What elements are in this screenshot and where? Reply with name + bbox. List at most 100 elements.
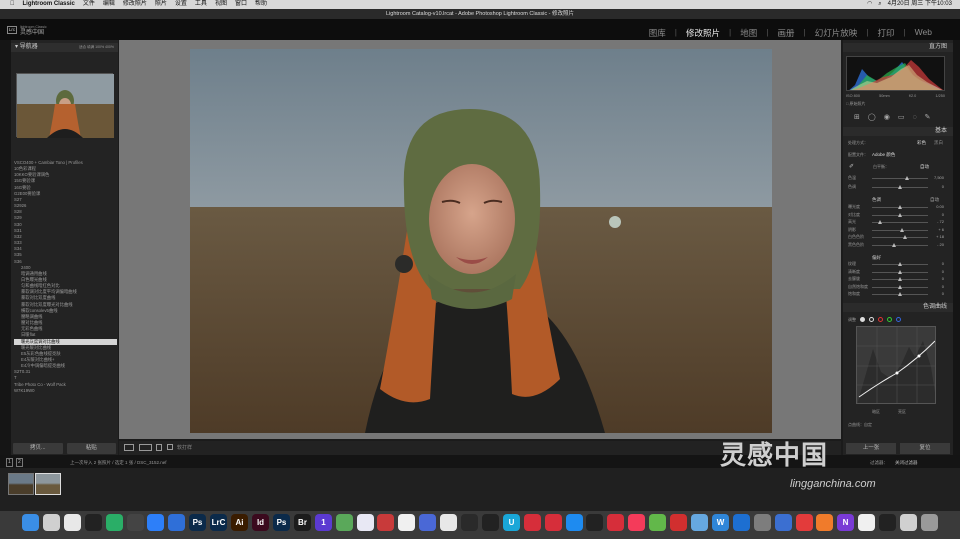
basic-header[interactable]: 基本 [843,127,953,136]
histogram[interactable] [846,56,945,91]
module-print[interactable]: 打印 [877,27,894,39]
dock-photoshop-1-icon[interactable]: Ps [189,514,206,531]
dock-app-arrow-icon[interactable] [482,514,499,531]
dock-app-blue-2-icon[interactable] [733,514,750,531]
slider-knob[interactable] [898,269,902,274]
navigator-preview[interactable] [16,73,114,138]
dock-app-share-icon[interactable] [357,514,374,531]
slider-wb-1[interactable]: 色调 0 [848,184,944,190]
menu-photo[interactable]: 照片 [155,0,167,9]
loupe-view-icon[interactable] [124,444,134,451]
module-book[interactable]: 画册 [777,27,794,39]
module-develop[interactable]: 修改照片 [686,27,720,39]
softproof-checkbox[interactable] [167,444,173,450]
dock-wechat-icon[interactable] [106,514,123,531]
dock-app-dots-icon[interactable] [127,514,144,531]
module-library[interactable]: 图库 [649,27,666,39]
previous-button[interactable]: 上一张 [846,443,896,454]
clock[interactable]: 4月20日 周三 下午10:03 [888,0,952,9]
slider-value[interactable]: + 6 [938,227,944,233]
radial-filter-icon[interactable]: ◌ [912,114,916,121]
preset-item[interactable]: W7K19W0 [14,388,117,394]
dock-app-store-icon[interactable] [566,514,583,531]
dock-app-vector-icon[interactable] [419,514,436,531]
slider-knob[interactable] [898,205,902,209]
dock-bridge-icon[interactable]: Br [294,514,311,531]
dock-app-n-icon[interactable]: N [837,514,854,531]
slider-value[interactable]: + 18 [936,234,944,240]
slider-track[interactable] [872,237,928,238]
dock-photos-icon[interactable] [398,514,415,531]
dock-app-stripes-icon[interactable] [816,514,833,531]
photo-image[interactable] [190,49,772,433]
dock-netease-music-icon[interactable] [607,514,624,531]
slider-tone-2[interactable]: 高光 - 72 [848,219,944,225]
slider-value[interactable]: 0.00 [936,204,944,210]
dock-app-game-icon[interactable] [377,514,394,531]
menu-view[interactable]: 视图 [215,0,227,9]
right-panel-edge[interactable] [953,40,960,455]
histogram-header[interactable]: 直方图 [843,43,953,52]
dock-chrome-icon[interactable] [64,514,81,531]
slider-knob[interactable] [898,292,902,296]
treatment-color[interactable]: 彩色 [917,139,926,146]
dock-lightroom-classic-icon[interactable]: LrC [210,514,227,531]
filmstrip-info[interactable]: 上一次导入 2 张照片 / 选定 1 张 / DSC_3152.nef [70,459,167,466]
module-slideshow[interactable]: 幻灯片放映 [815,27,858,39]
dock-app-green-icon[interactable] [649,514,666,531]
slider-knob[interactable] [898,284,902,289]
wifi-icon[interactable]: ◠ [867,0,872,9]
wb-value[interactable]: 自动 [920,163,929,170]
copy-button[interactable]: 拷贝... [13,443,63,454]
dock-app-one-icon[interactable]: 1 [315,514,332,531]
slider-value[interactable]: 0 [942,184,944,190]
curve-blue-icon[interactable] [896,316,901,322]
dock-music-icon[interactable] [628,514,645,531]
menu-file[interactable]: 文件 [83,0,95,9]
menu-help[interactable]: 帮助 [255,0,267,9]
menu-develop[interactable]: 修改照片 [123,0,147,9]
dock-final-cut-icon[interactable] [461,514,478,531]
slider-track[interactable] [872,244,928,246]
dock-system-prefs-icon[interactable] [754,514,771,531]
slider-value[interactable]: 0 [942,276,944,282]
slider-value[interactable]: 7,500 [934,175,944,181]
dock-app-red-1-icon[interactable] [524,514,541,531]
slider-knob[interactable] [877,220,882,224]
menu-window[interactable]: 窗口 [235,0,247,9]
paste-button[interactable]: 粘贴 [66,443,116,454]
slider-tone-0[interactable]: 曝光度 0.00 [848,204,944,210]
graduated-filter-icon[interactable]: ▭ [898,113,905,121]
slider-presence-3[interactable]: 自然饱和度 0 [848,284,944,290]
slider-tone-5[interactable]: 黑色色阶 - 20 [848,242,944,248]
slider-knob[interactable] [904,176,909,180]
spot-removal-icon[interactable]: ◯ [868,113,876,121]
left-panel-edge[interactable] [0,40,11,455]
slider-presence-2[interactable]: 去朦胧 0 [848,276,944,282]
slider-value[interactable]: 0 [942,261,944,267]
slider-knob[interactable] [892,242,897,247]
slider-value[interactable]: 0 [942,284,944,290]
navigator-header[interactable]: ▾ 导航器 适合 填满 100% 400% [11,43,118,52]
slider-tone-3[interactable]: 阴影 + 6 [848,227,944,233]
menu-settings[interactable]: 设置 [175,0,187,9]
tone-auto-button[interactable]: 自动 [930,196,939,203]
before-after-swap-icon[interactable] [156,444,162,451]
curve-red-icon[interactable] [878,316,883,322]
slider-knob[interactable] [898,262,902,266]
menu-tools[interactable]: 工具 [195,0,207,9]
redeye-icon[interactable]: ◉ [884,113,890,121]
dock-app-preview-icon[interactable] [900,514,917,531]
dock-app-globe-icon[interactable] [775,514,792,531]
filter-value[interactable]: 关闭过滤器 [895,459,918,466]
dock-app-pen-icon[interactable] [879,514,896,531]
wb-eyedropper-icon[interactable]: ✐ [849,163,854,170]
dock-finder-icon[interactable] [22,514,39,531]
slider-value[interactable]: 0 [942,212,944,218]
dock-app-red-3-icon[interactable] [670,514,687,531]
dock-creative-cloud-icon[interactable] [796,514,813,531]
dock-app-red-2-icon[interactable] [545,514,562,531]
search-icon[interactable]: ⌕ [878,0,881,9]
slider-knob[interactable] [898,277,902,281]
slider-presence-1[interactable]: 清晰度 0 [848,269,944,275]
